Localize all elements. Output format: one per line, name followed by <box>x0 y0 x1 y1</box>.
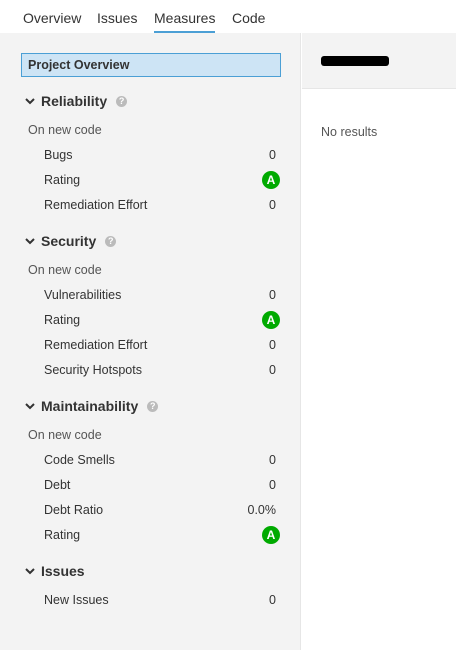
help-icon[interactable]: ? <box>116 95 128 107</box>
metric-security-hotspots[interactable]: Security Hotspots 0 <box>44 360 276 380</box>
metric-reliability-rating[interactable]: Rating A <box>44 170 280 190</box>
metric-value: 0 <box>269 363 276 377</box>
tab-measures[interactable]: Measures <box>154 10 216 34</box>
measures-sidebar: Project Overview Reliability ? On new co… <box>0 33 301 650</box>
tab-code[interactable]: Code <box>232 10 265 31</box>
metric-label: Vulnerabilities <box>44 288 122 302</box>
top-navigation: Overview Issues Measures Code <box>0 0 456 34</box>
domain-header-security[interactable]: Security ? <box>24 231 117 251</box>
metric-vulnerabilities[interactable]: Vulnerabilities 0 <box>44 285 276 305</box>
domain-title: Security <box>41 233 97 249</box>
metric-value: 0 <box>269 288 276 302</box>
domain-header-maintainability[interactable]: Maintainability ? <box>24 396 159 416</box>
metric-label: Debt <box>44 478 71 492</box>
help-icon[interactable]: ? <box>105 235 117 247</box>
domain-title: Issues <box>41 563 85 579</box>
metric-new-issues[interactable]: New Issues 0 <box>44 590 276 610</box>
metric-bugs[interactable]: Bugs 0 <box>44 145 276 165</box>
chevron-down-icon <box>25 568 35 575</box>
metric-value: 0 <box>269 148 276 162</box>
metric-label: Code Smells <box>44 453 115 467</box>
rating-badge: A <box>262 311 280 329</box>
metric-label: Debt Ratio <box>44 503 104 517</box>
metric-label: Security Hotspots <box>44 363 142 377</box>
metric-reliability-remediation[interactable]: Remediation Effort 0 <box>44 195 276 215</box>
metric-value: 0 <box>269 338 276 352</box>
domain-header-issues[interactable]: Issues <box>24 561 85 581</box>
metric-label: Remediation Effort <box>44 338 148 352</box>
project-overview-item[interactable]: Project Overview <box>21 53 281 77</box>
domain-title: Maintainability <box>41 398 139 414</box>
metric-code-smells[interactable]: Code Smells 0 <box>44 450 276 470</box>
no-results-message: No results <box>321 125 378 139</box>
domain-header-reliability[interactable]: Reliability ? <box>24 91 128 111</box>
rating-badge: A <box>262 526 280 544</box>
metric-security-rating[interactable]: Rating A <box>44 310 280 330</box>
chevron-down-icon <box>25 98 35 105</box>
new-code-label: On new code <box>28 428 102 442</box>
metric-label: Bugs <box>44 148 73 162</box>
metric-value: 0 <box>269 198 276 212</box>
metric-value: 0 <box>269 478 276 492</box>
metric-value: 0.0% <box>247 503 277 517</box>
metric-label: Rating <box>44 528 81 542</box>
help-icon[interactable]: ? <box>147 400 159 412</box>
metric-label: Rating <box>44 173 81 187</box>
chevron-down-icon <box>25 238 35 245</box>
metric-value: 0 <box>269 593 276 607</box>
main-header <box>302 33 456 89</box>
domain-title: Reliability <box>41 93 108 109</box>
chevron-down-icon <box>25 403 35 410</box>
new-code-label: On new code <box>28 263 102 277</box>
metric-debt-ratio[interactable]: Debt Ratio 0.0% <box>44 500 276 520</box>
metric-label: Remediation Effort <box>44 198 148 212</box>
rating-badge: A <box>262 171 280 189</box>
metric-label: Rating <box>44 313 81 327</box>
redacted-title <box>321 56 389 66</box>
tab-issues[interactable]: Issues <box>97 10 137 31</box>
metric-maintainability-rating[interactable]: Rating A <box>44 525 280 545</box>
metric-security-remediation[interactable]: Remediation Effort 0 <box>44 335 276 355</box>
metric-value: 0 <box>269 453 276 467</box>
metric-label: New Issues <box>44 593 109 607</box>
metric-debt[interactable]: Debt 0 <box>44 475 276 495</box>
new-code-label: On new code <box>28 123 102 137</box>
tab-overview[interactable]: Overview <box>23 10 81 31</box>
